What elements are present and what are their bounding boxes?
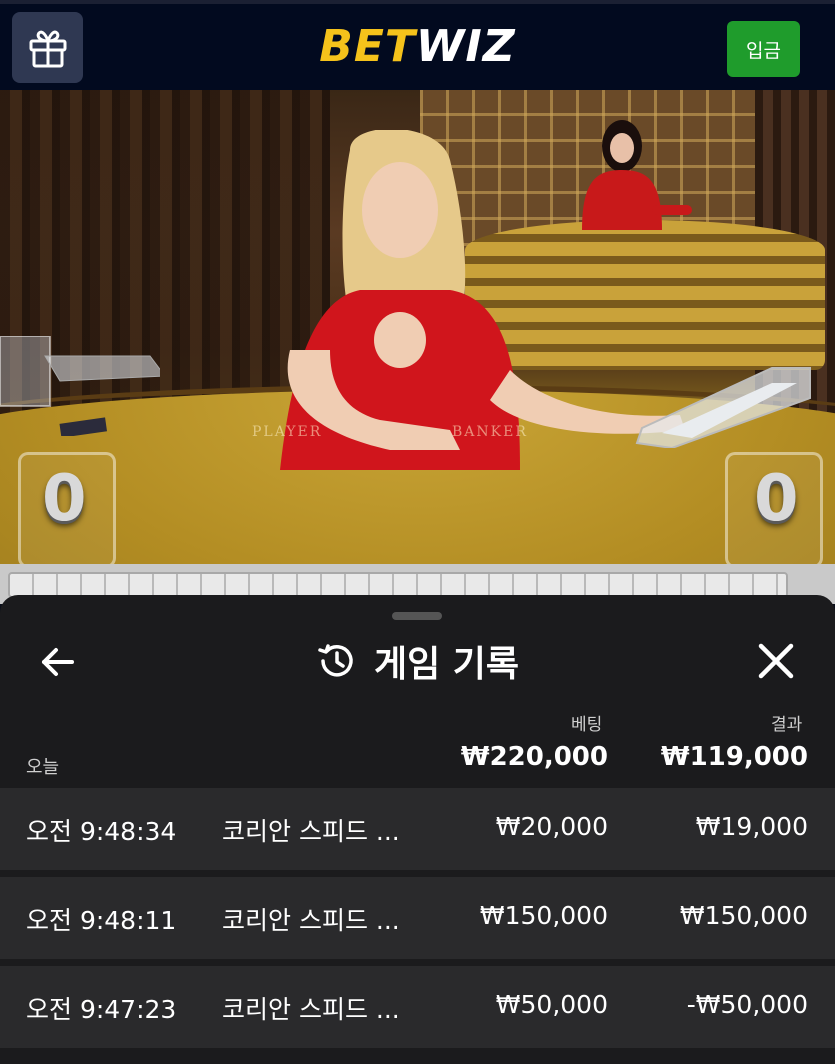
- history-icon: [318, 644, 353, 677]
- row-game: 코리안 스피드 ...: [222, 906, 400, 935]
- row-game: 코리안 스피드 ...: [222, 995, 400, 1024]
- brand-logo[interactable]: BETWIZ: [0, 22, 835, 72]
- today-label: 오늘: [26, 757, 60, 778]
- close-icon[interactable]: [756, 641, 796, 681]
- player-area-label: PLAYER: [252, 424, 323, 440]
- player-score: 0: [42, 462, 87, 536]
- row-time: 오전 9:47:23: [26, 995, 177, 1024]
- row-bet: ₩20,000: [495, 812, 608, 841]
- logo-bet-text: BET: [319, 21, 416, 72]
- column-header-bet: 베팅: [571, 715, 603, 735]
- row-result: -₩50,000: [686, 990, 808, 1019]
- card-shoe: [635, 367, 811, 448]
- top-bar: BETWIZ 입금: [0, 0, 835, 90]
- drag-handle[interactable]: [392, 612, 442, 620]
- total-bet: ₩220,000: [460, 742, 608, 772]
- deposit-button[interactable]: 입금: [727, 21, 800, 77]
- page-title: 게임 기록: [373, 644, 519, 685]
- history-row[interactable]: 오전 9:48:11 코리안 스피드 ... ₩150,000 ₩150,000: [0, 877, 835, 959]
- row-bet: ₩150,000: [479, 901, 608, 930]
- total-result: ₩119,000: [660, 742, 808, 772]
- logo-wiz-text: WIZ: [415, 21, 516, 72]
- banker-area-label: BANKER: [452, 424, 528, 440]
- column-header-result: 결과: [771, 715, 803, 735]
- live-video[interactable]: PLAYER BANKER 0 0: [0, 90, 835, 564]
- history-row[interactable]: 오전 9:47:23 코리안 스피드 ... ₩50,000 -₩50,000: [0, 966, 835, 1048]
- panel-header: 게임 기록: [0, 636, 835, 686]
- row-time: 오전 9:48:34: [26, 817, 177, 846]
- banker-score: 0: [754, 462, 799, 536]
- row-bet: ₩50,000: [495, 990, 608, 1019]
- discard-tray: [0, 336, 160, 436]
- row-game: 코리안 스피드 ...: [222, 817, 400, 846]
- row-result: ₩19,000: [695, 812, 808, 841]
- row-time: 오전 9:48:11: [26, 906, 177, 935]
- row-result: ₩150,000: [679, 901, 808, 930]
- history-row[interactable]: 오전 9:48:34 코리안 스피드 ... ₩20,000 ₩19,000: [0, 788, 835, 870]
